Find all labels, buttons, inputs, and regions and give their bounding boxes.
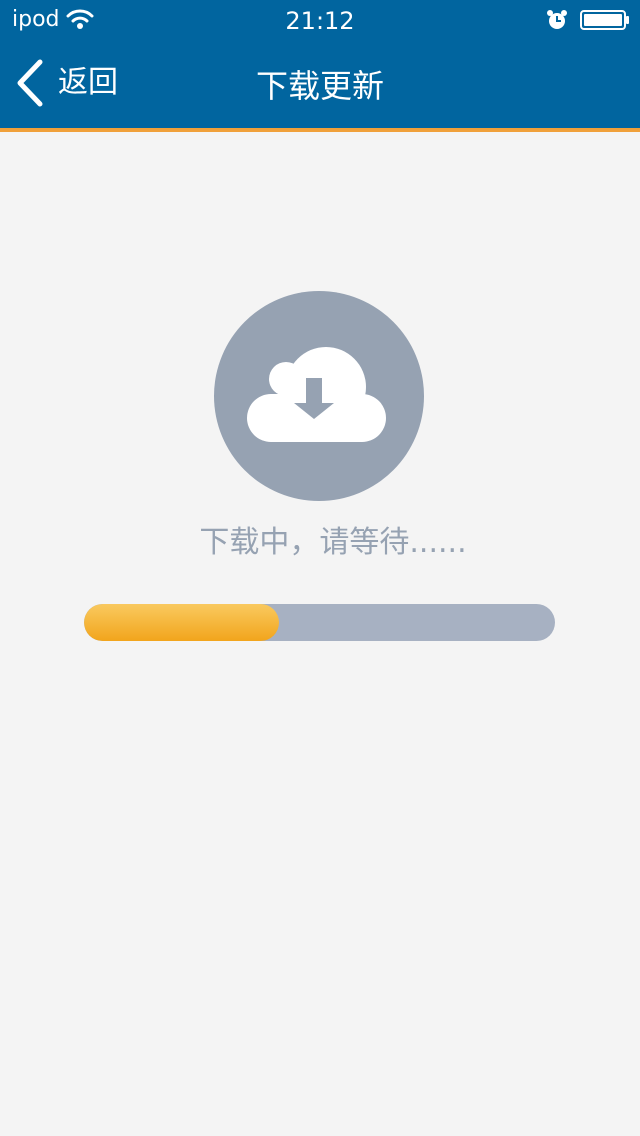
status-time: 21:12 (285, 7, 355, 35)
navigation-bar: 返回 下载更新 (0, 40, 640, 128)
page-title: 下载更新 (255, 67, 384, 105)
download-progress-fill (84, 604, 279, 641)
download-status-text: 下载中，请等待...... (199, 525, 467, 560)
download-progress-bar (84, 604, 555, 641)
cloud-download-icon (247, 347, 386, 442)
battery-icon (580, 10, 629, 30)
alarm-icon (547, 10, 567, 29)
download-icon-circle (214, 291, 424, 501)
header: ipod 21:12 返回 下载更新 (0, 0, 640, 132)
status-bar: ipod 21:12 (0, 0, 640, 40)
